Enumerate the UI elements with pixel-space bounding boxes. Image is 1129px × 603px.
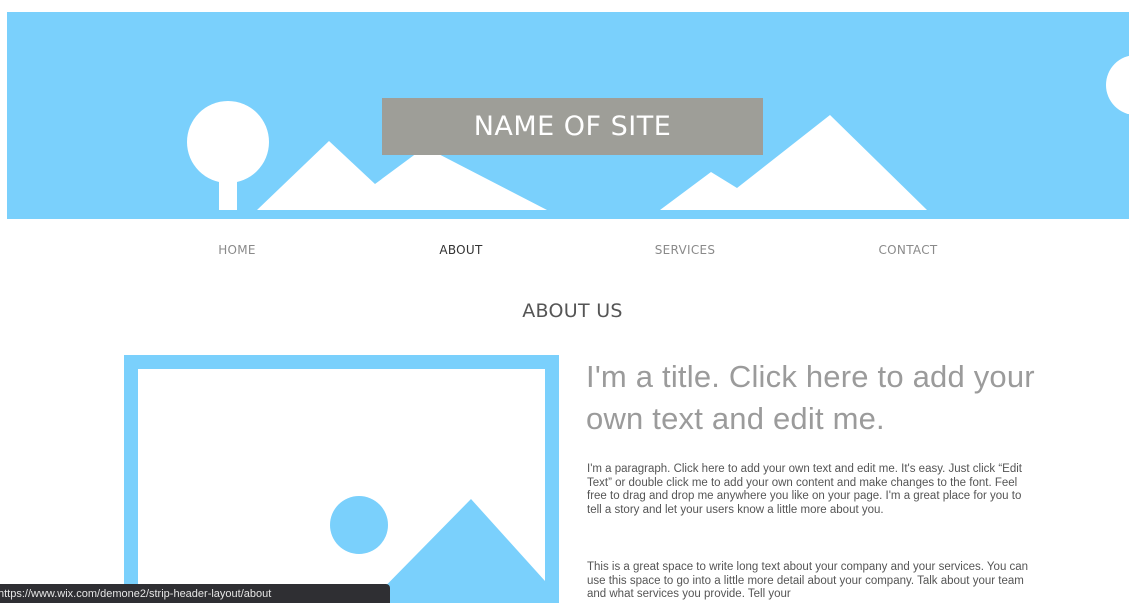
nav-item-home[interactable]: HOME <box>218 243 256 257</box>
main-nav: HOME ABOUT SERVICES CONTACT <box>0 243 1129 261</box>
site-name-box[interactable]: NAME OF SITE <box>382 98 763 155</box>
sun-icon <box>1106 55 1129 115</box>
content-paragraph[interactable]: I'm a paragraph. Click here to add your … <box>587 463 1037 517</box>
section-title: ABOUT US <box>522 300 623 322</box>
content-title[interactable]: I'm a title. Click here to add your own … <box>586 356 1056 440</box>
tree-icon <box>187 101 269 210</box>
nav-item-about[interactable]: ABOUT <box>439 243 482 257</box>
content-paragraph-2[interactable]: This is a great space to write long text… <box>587 561 1037 602</box>
site-name: NAME OF SITE <box>473 111 672 142</box>
browser-status-bar: https://www.wix.com/demone2/strip-header… <box>0 584 390 603</box>
image-placeholder-inner <box>138 369 545 603</box>
image-placeholder-icon <box>330 496 545 603</box>
nav-item-services[interactable]: SERVICES <box>655 243 716 257</box>
nav-item-contact[interactable]: CONTACT <box>878 243 937 257</box>
status-url: https://www.wix.com/demone2/strip-header… <box>0 587 272 600</box>
page: NAME OF SITE HOME ABOUT SERVICES CONTACT… <box>0 0 1129 603</box>
header-strip: NAME OF SITE <box>7 12 1129 219</box>
image-placeholder[interactable] <box>124 355 559 603</box>
